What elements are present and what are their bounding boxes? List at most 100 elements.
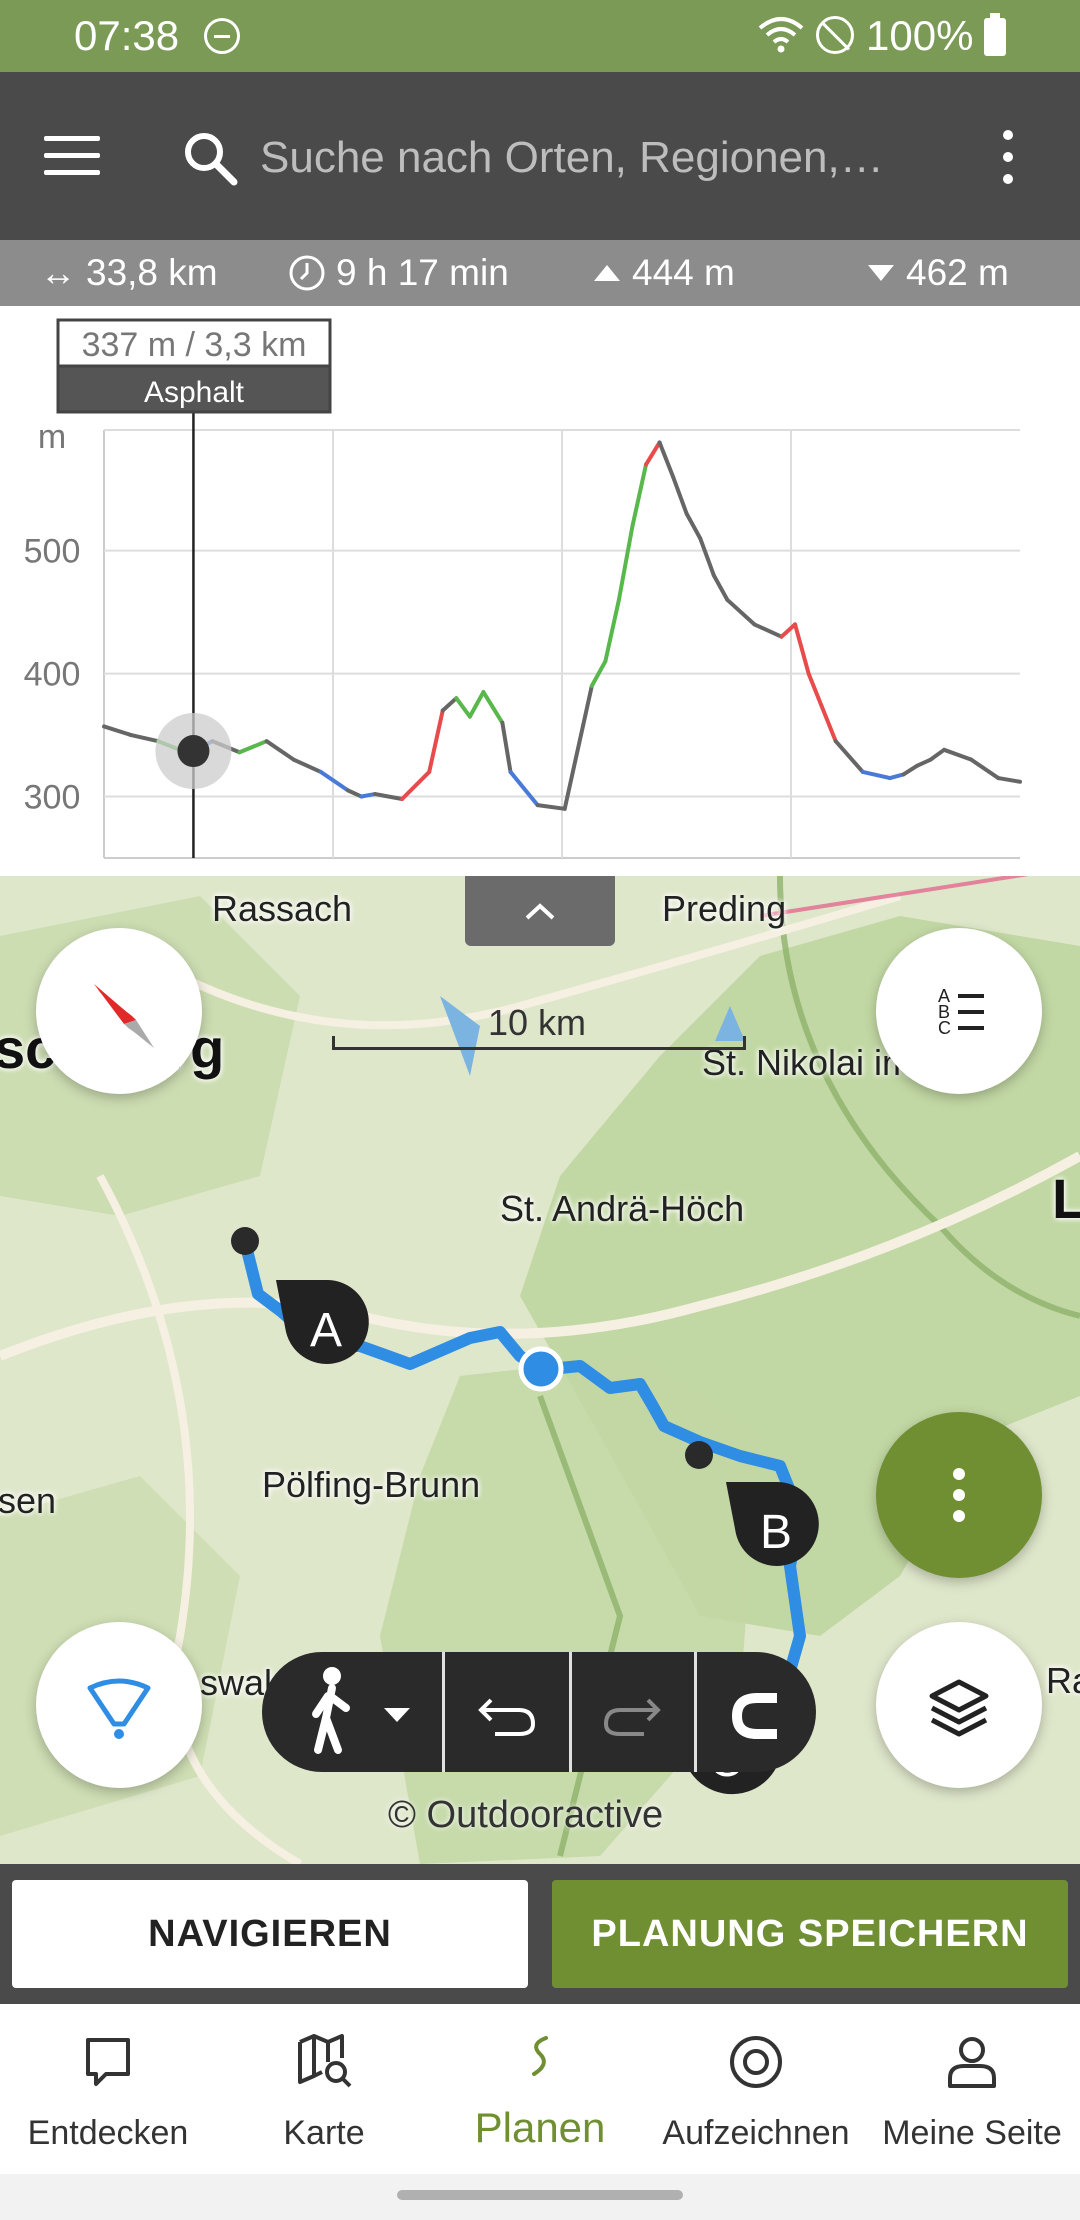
elevation-profile-segment [440,696,459,713]
elevation-profile-segment [500,720,513,774]
chart-position-marker[interactable] [177,735,210,768]
y-tick-label: 300 [24,779,81,817]
descent-value: 462 m [906,252,1009,293]
nav-item-aufzeichnen[interactable]: Aufzeichnen [648,2004,864,2174]
elevation-profile-segment [359,792,378,799]
bottom-navigation: Entdecken Karte Planen Aufzeichnen Meine… [0,2004,1080,2174]
elevation-profile-segment [996,776,1022,784]
duration-stat: 9 h 17 min [288,252,509,294]
view-cone-icon [87,1678,151,1739]
activity-type-selector[interactable] [262,1652,442,1772]
collapse-chart-handle[interactable] [465,876,615,946]
elevation-profile-segment [481,690,505,725]
route-list-button[interactable]: A B C [876,928,1042,1094]
overflow-menu-icon[interactable] [996,130,1020,186]
chart-tooltip: 337 m / 3,3 km Asphalt [56,318,332,414]
nav-item-karte[interactable]: Karte [216,2004,432,2174]
elevation-profile-segment [508,769,540,808]
distance-value: 33,8 km [86,252,218,293]
elevation-profile-segment [427,708,445,774]
elevation-profile-segment [264,739,296,762]
elevation-profile-segment [698,536,716,578]
nav-label-planen: Planen [474,2104,606,2151]
elevation-profile-segment [684,511,703,541]
waypoint-marker-b[interactable]: B [718,1474,828,1584]
map-view[interactable]: Rassach Preding sc sberg St. Nikolai im … [0,876,1080,1864]
do-not-disturb-icon [204,18,240,54]
search-input[interactable] [260,120,920,196]
elevation-profile-segment [562,683,594,811]
compass-button[interactable] [36,928,202,1094]
place-label-st-andrae: St. Andrä-Höch [500,1188,745,1229]
redo-button[interactable] [572,1652,694,1772]
undo-button[interactable] [445,1652,569,1772]
menu-icon[interactable] [44,136,100,176]
planning-toolbar [262,1652,816,1772]
elevation-chart-svg[interactable]: m 500 400 300 337 m / 3,3 km Asphalt [0,306,1080,876]
ascent-triangle-icon [594,265,620,281]
map-layers-button[interactable] [876,1622,1042,1788]
clock-icon [289,255,325,291]
snap-to-path-button[interactable] [697,1652,816,1772]
elevation-profile-segment [833,739,865,774]
map-copyright: © Outdooractive [388,1794,664,1836]
ascent-value: 444 m [632,252,735,293]
ascent-stat: 444 m [592,252,735,294]
elevation-profile-segment [467,690,486,719]
record-icon [730,2036,782,2088]
home-gesture-bar[interactable] [397,2190,683,2200]
elevation-profile-segment [616,524,635,602]
duration-value: 9 h 17 min [336,252,509,293]
current-position-marker [518,1346,564,1392]
distance-arrows-icon: ↔ [40,252,76,293]
place-label-rassach: Rassach [212,888,353,929]
elevation-profile-segment [535,803,567,811]
elevation-profile-segment [806,671,838,744]
nav-label-entdecken: Entdecken [27,2114,189,2152]
elevation-profile-segment [644,440,662,467]
elevation-profile-segment [671,474,689,516]
nav-item-planen[interactable]: Planen [432,2004,648,2174]
nav-item-meine-seite[interactable]: Meine Seite [864,2004,1080,2174]
elevation-profile-segment [969,757,1001,781]
elevation-profile-segment [793,622,811,676]
elevation-profile-segment [860,769,892,781]
place-label-preding: Preding [662,888,787,929]
descent-triangle-icon [868,265,894,281]
vertical-dots-icon [953,1468,965,1522]
waypoint-marker-a[interactable]: A [268,1272,378,1382]
elevation-profile-segment [711,573,730,602]
layers-icon [929,1679,989,1737]
route-via-point[interactable] [684,1440,714,1470]
nav-label-karte: Karte [283,2114,365,2152]
place-label-poelfing-brunn: Pölfing-Brunn [262,1464,481,1505]
save-plan-button[interactable]: PLANUNG SPEICHERN [552,1880,1068,1988]
map-more-options-button[interactable] [876,1412,1042,1578]
magnet-icon [731,1693,777,1739]
battery-icon [984,13,1006,56]
elevation-profile-segment [942,747,974,762]
descent-stat: 462 m [866,252,1009,294]
elevation-profile-segment [237,739,269,755]
action-bar: NAVIGIEREN PLANUNG SPEICHERN [0,1864,1080,2004]
chevron-down-icon [384,1708,410,1722]
chat-bubble-icon [86,2038,130,2086]
map-scale-bar [332,1036,746,1050]
elevation-profile-segment [454,696,472,719]
elevation-chart[interactable]: m 500 400 300 337 m / 3,3 km Asphalt [0,306,1080,876]
elevation-profile-segment [603,597,621,664]
elevation-profile-segment [373,792,405,801]
route-start-point[interactable] [230,1226,260,1256]
elevation-profile-segment [887,772,906,781]
elevation-profile-segment [291,757,323,774]
status-bar: 07:38 100% [0,0,1080,72]
nav-label-aufzeichnen: Aufzeichnen [662,2114,850,2152]
nav-item-entdecken[interactable]: Entdecken [0,2004,216,2174]
view-direction-button[interactable] [36,1622,202,1788]
elevation-profile-segment [318,769,350,793]
place-label-ra: Ra [1046,1660,1080,1701]
compass-icon [94,984,154,1048]
route-icon [532,2036,548,2076]
navigate-button[interactable]: NAVIGIEREN [12,1880,528,1988]
tooltip-value: 337 m / 3,3 km [82,326,307,364]
